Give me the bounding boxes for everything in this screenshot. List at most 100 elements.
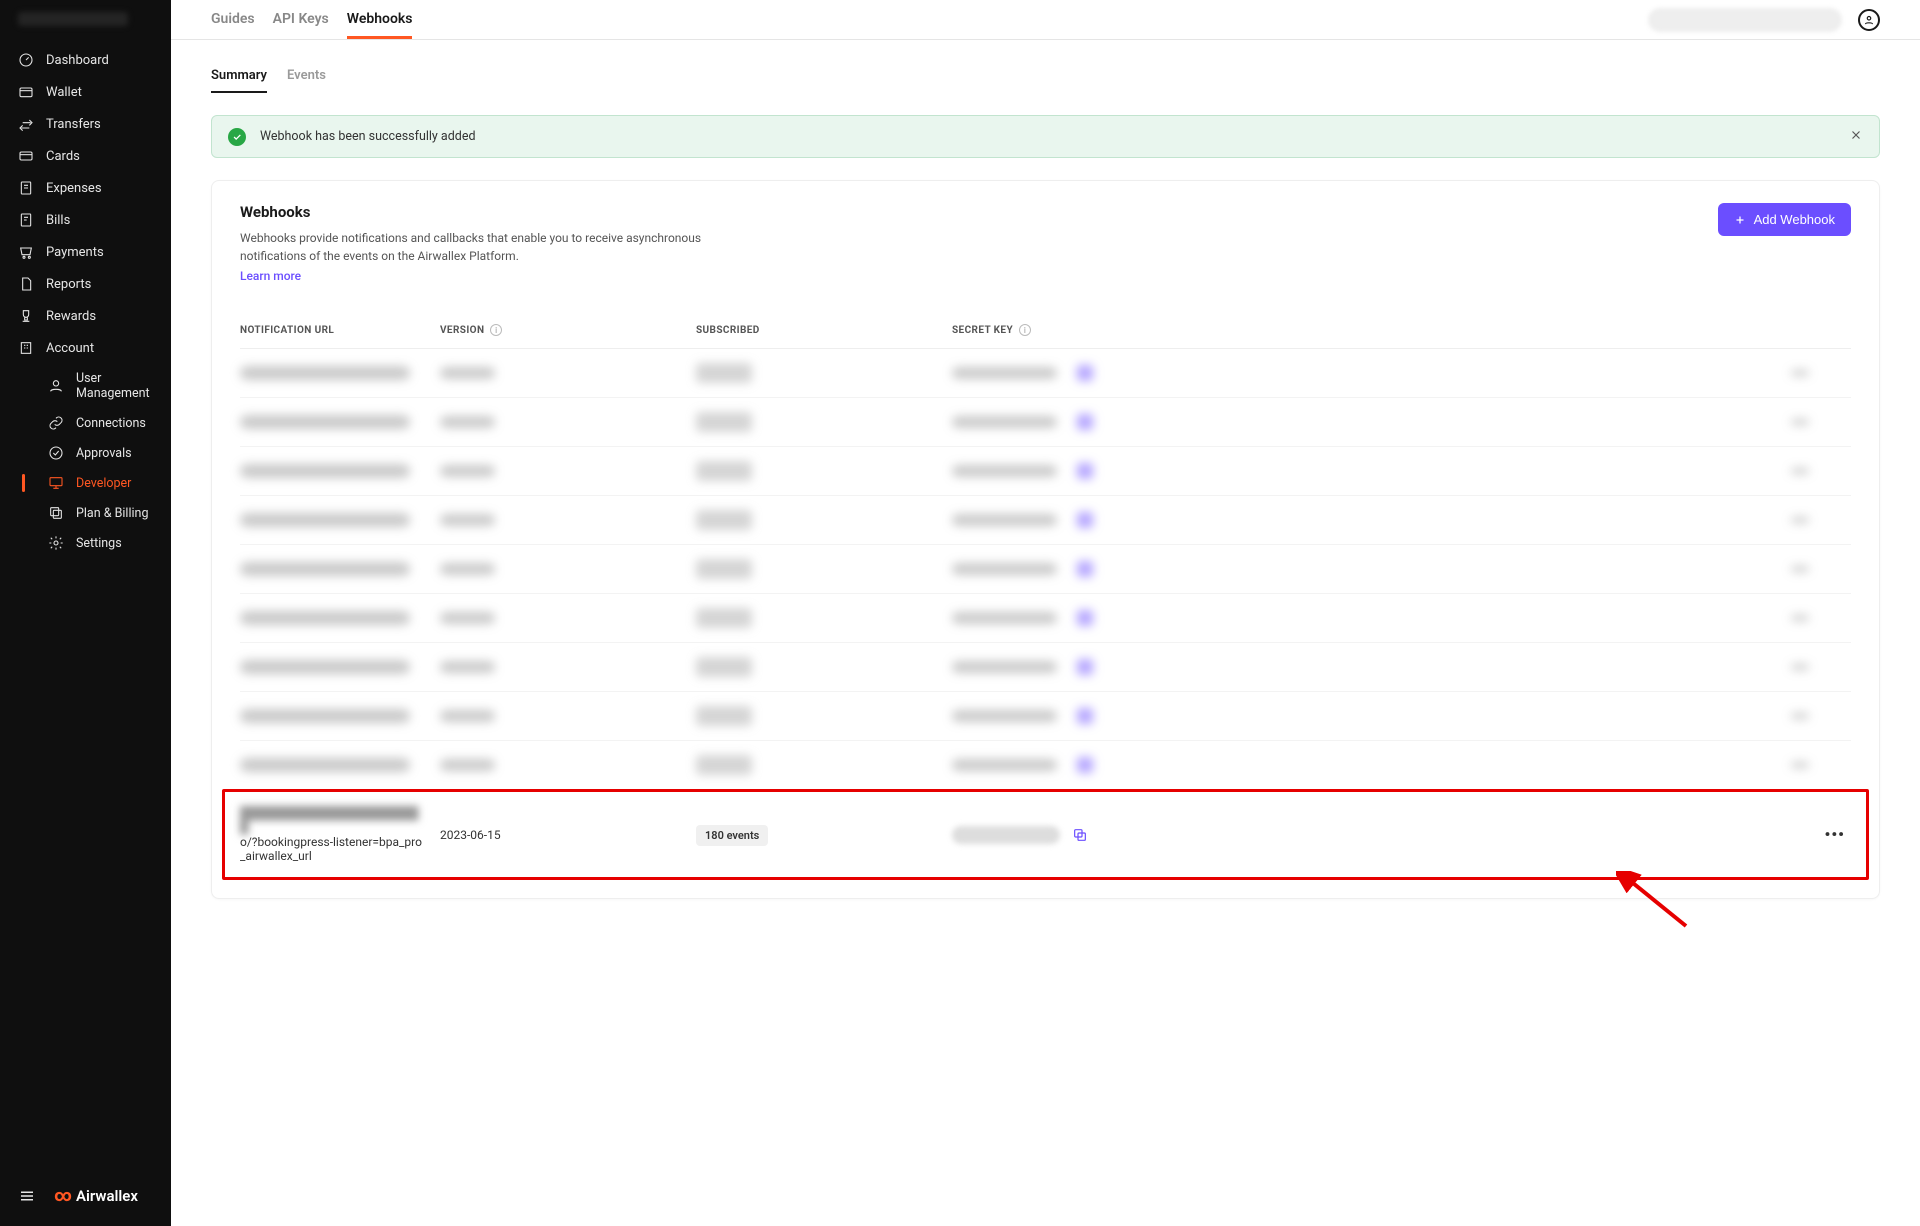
nav-wallet[interactable]: Wallet [0, 76, 171, 108]
top-tabs: Guides API Keys Webhooks [211, 1, 412, 39]
nav-label: Expenses [46, 181, 102, 196]
card-icon [18, 148, 34, 164]
table-row[interactable] [240, 692, 1851, 741]
nav-label: Cards [46, 149, 80, 164]
alert-success: Webhook has been successfully added [211, 115, 1880, 158]
subnav-developer[interactable]: Developer [26, 468, 171, 498]
wallet-icon [18, 84, 34, 100]
subnav-settings[interactable]: Settings [26, 528, 171, 558]
subnav-label: Developer [76, 476, 131, 491]
cell-secret [952, 826, 1791, 844]
cell-version: 2023-06-15 [440, 828, 696, 842]
transfers-icon [18, 116, 34, 132]
table-row[interactable] [240, 643, 1851, 692]
check-icon [48, 445, 64, 461]
nav-label: Dashboard [46, 53, 109, 68]
add-webhook-button[interactable]: Add Webhook [1718, 203, 1851, 236]
subnav-label: Settings [76, 536, 122, 551]
profile-icon[interactable] [1858, 9, 1880, 31]
subnav-label: Approvals [76, 446, 132, 461]
topbar: Guides API Keys Webhooks [171, 0, 1920, 40]
panel-title: Webhooks [240, 203, 770, 221]
th-url: NOTIFICATION URL [240, 324, 440, 336]
subnav-plan-billing[interactable]: Plan & Billing [26, 498, 171, 528]
sidebar-nav: Dashboard Wallet Transfers Cards Expense… [0, 40, 171, 1172]
nav-label: Reports [46, 277, 91, 292]
cell-url: ██████████████████████ o/?bookingpress-l… [240, 806, 440, 863]
nav-reports[interactable]: Reports [0, 268, 171, 300]
nav-rewards[interactable]: Rewards [0, 300, 171, 332]
webhooks-panel: Webhooks Webhooks provide notifications … [211, 180, 1880, 899]
monitor-icon [48, 475, 64, 491]
subnav-label: Connections [76, 416, 146, 431]
subnav-approvals[interactable]: Approvals [26, 438, 171, 468]
secret-key-hidden [952, 826, 1060, 844]
plus-icon [1734, 214, 1746, 226]
alert-close-button[interactable] [1849, 127, 1863, 146]
tab-api-keys[interactable]: API Keys [273, 1, 329, 39]
panel-header: Webhooks Webhooks provide notifications … [240, 203, 1851, 284]
info-icon[interactable]: i [490, 324, 502, 336]
nav-payments[interactable]: Payments [0, 236, 171, 268]
learn-more-link[interactable]: Learn more [240, 269, 301, 283]
more-actions-button[interactable]: ••• [1824, 825, 1845, 844]
nav-label: Account [46, 341, 94, 356]
menu-icon[interactable] [18, 1187, 36, 1205]
brand-logo: ∞Airwallex [54, 1186, 138, 1206]
sidebar-footer: ∞Airwallex [0, 1172, 171, 1226]
th-version: VERSIONi [440, 324, 696, 336]
gear-icon [48, 535, 64, 551]
panel-description: Webhooks provide notifications and callb… [240, 229, 770, 265]
sidebar-logo-top [0, 0, 171, 40]
alert-text: Webhook has been successfully added [260, 129, 1835, 144]
main: Guides API Keys Webhooks Summary Events … [171, 0, 1920, 1226]
th-secret: SECRET KEYi [952, 324, 1791, 336]
table-row[interactable] [240, 594, 1851, 643]
nav-label: Transfers [46, 117, 101, 132]
account-subnav: User Management Connections Approvals De… [0, 364, 171, 558]
table-row[interactable] [240, 349, 1851, 398]
brand-name: Airwallex [76, 1187, 138, 1205]
receipt-icon [18, 180, 34, 196]
table-row[interactable] [240, 447, 1851, 496]
table-row[interactable] [240, 398, 1851, 447]
subnav-connections[interactable]: Connections [26, 408, 171, 438]
nav-expenses[interactable]: Expenses [0, 172, 171, 204]
add-webhook-label: Add Webhook [1754, 212, 1835, 227]
table-header: NOTIFICATION URL VERSIONi SUBSCRIBED SEC… [240, 312, 1851, 349]
gauge-icon [18, 52, 34, 68]
nav-label: Bills [46, 213, 70, 228]
nav-account[interactable]: Account [0, 332, 171, 364]
nav-label: Rewards [46, 309, 96, 324]
users-icon [48, 378, 64, 394]
nav-label: Payments [46, 245, 104, 260]
nav-bills[interactable]: Bills [0, 204, 171, 236]
tab-webhooks[interactable]: Webhooks [347, 1, 413, 39]
bills-icon [18, 212, 34, 228]
copy-secret-button[interactable] [1072, 827, 1088, 843]
webhooks-table: NOTIFICATION URL VERSIONi SUBSCRIBED SEC… [240, 312, 1851, 898]
nav-dashboard[interactable]: Dashboard [0, 44, 171, 76]
cart-icon [18, 244, 34, 260]
link-icon [48, 415, 64, 431]
table-row[interactable] [240, 545, 1851, 594]
topbar-search-blurred [1648, 8, 1842, 32]
nav-cards[interactable]: Cards [0, 140, 171, 172]
table-row-highlighted[interactable]: ██████████████████████ o/?bookingpress-l… [222, 789, 1869, 880]
table-row[interactable] [240, 741, 1851, 790]
table-row[interactable] [240, 496, 1851, 545]
th-subscribed: SUBSCRIBED [696, 324, 952, 336]
nav-label: Wallet [46, 85, 82, 100]
nav-transfers[interactable]: Transfers [0, 108, 171, 140]
check-circle-icon [228, 128, 246, 146]
subnav-user-management[interactable]: User Management [26, 364, 171, 408]
sidebar: Dashboard Wallet Transfers Cards Expense… [0, 0, 171, 1226]
tab-guides[interactable]: Guides [211, 1, 255, 39]
content: Summary Events Webhook has been successf… [171, 40, 1920, 939]
subtab-events[interactable]: Events [287, 60, 326, 93]
subnav-label: User Management [76, 371, 153, 401]
info-icon[interactable]: i [1019, 324, 1031, 336]
subtab-summary[interactable]: Summary [211, 60, 267, 93]
cell-subscribed: 180 events [696, 824, 952, 846]
events-badge: 180 events [696, 825, 768, 846]
